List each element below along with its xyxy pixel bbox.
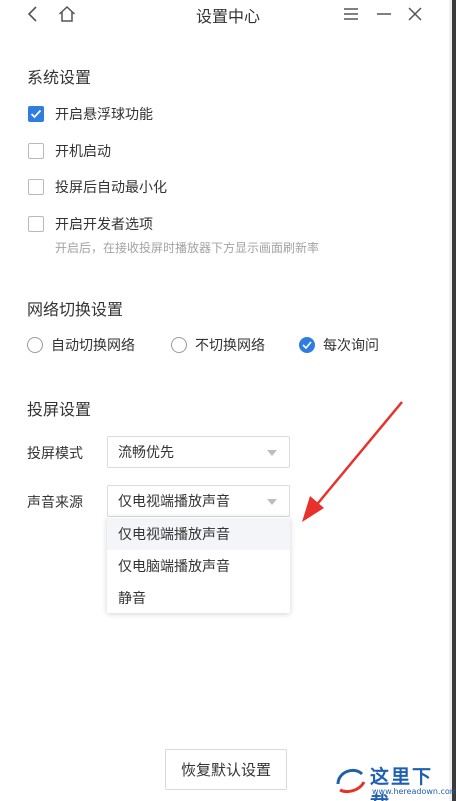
watermark-url: www.hereadown.com	[372, 787, 456, 796]
watermark-swirl-icon	[336, 768, 366, 794]
watermark-logo: 这里下载 www.hereadown.com	[332, 760, 456, 801]
window-border	[452, 0, 456, 801]
annotation-arrow	[302, 401, 403, 522]
reset-defaults-button[interactable]: 恢复默认设置	[165, 749, 287, 790]
